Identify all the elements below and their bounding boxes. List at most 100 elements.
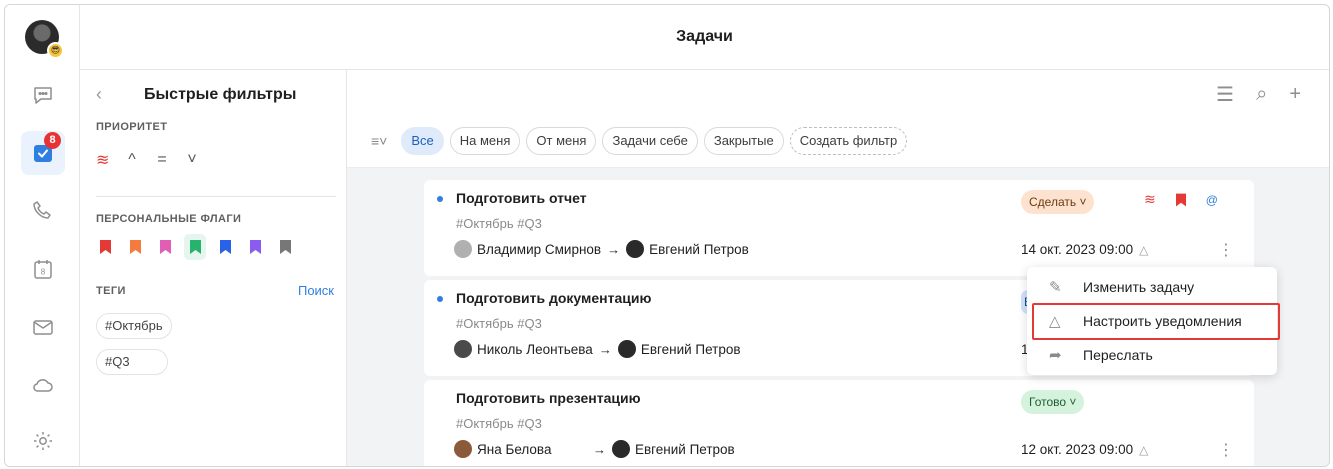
chip-all[interactable]: Все <box>401 127 444 155</box>
more-options-icon[interactable]: ⋮ <box>1218 240 1234 260</box>
rail-calendar-button[interactable]: 8 <box>21 247 65 291</box>
chip-from-me[interactable]: От меня <box>526 127 597 155</box>
task-assignee: Евгений Петров <box>640 341 741 357</box>
main-toolbar: ☰ ⌕ + ≡˅ Все На меня От меня Задачи себе… <box>347 70 1329 168</box>
filter-chips: ≡˅ Все На меня От меня Задачи себе Закры… <box>371 127 908 155</box>
rail-calls-button[interactable] <box>21 189 65 233</box>
avatar <box>454 240 472 258</box>
avatar <box>454 340 472 358</box>
phone-icon <box>33 201 51 219</box>
menu-edit-task[interactable]: ✎ Изменить задачу <box>1027 271 1277 303</box>
flag-green-icon[interactable] <box>184 234 206 260</box>
bell-icon: △ <box>1139 443 1149 457</box>
priority-highest-icon[interactable]: ≋ <box>96 150 109 170</box>
left-rail: 😎 8 8 <box>5 5 80 466</box>
priority-high-icon[interactable]: ^ <box>126 151 138 169</box>
task-people: Владимир Смирнов → Евгений Петров <box>454 240 749 258</box>
flag-blue-icon[interactable] <box>214 234 236 260</box>
section-divider <box>96 196 336 197</box>
tag-october[interactable]: #Октябрь <box>96 313 172 339</box>
priority-filters: ≋ ^ = ˅ <box>96 150 198 170</box>
calendar-icon: 8 <box>34 260 52 279</box>
bell-icon: △ <box>1049 313 1061 330</box>
task-title: Подготовить презентацию <box>456 390 641 406</box>
tag-q3[interactable]: #Q3 <box>96 349 168 375</box>
chip-closed[interactable]: Закрытые <box>703 127 784 155</box>
status-emoji-icon: 😎 <box>47 42 64 59</box>
bell-icon: △ <box>1139 243 1149 257</box>
avatar <box>617 340 636 358</box>
task-card[interactable]: Подготовить отчет #Октябрь #Q3 Владимир … <box>424 180 1254 276</box>
gear-icon <box>34 432 52 450</box>
task-deadline: 12 окт. 2023 09:00 △ <box>1021 442 1149 457</box>
arrow-right-icon: → <box>593 441 606 457</box>
svg-text:8: 8 <box>41 268 46 277</box>
rail-mail-button[interactable] <box>21 305 65 349</box>
priority-low-icon[interactable]: ˅ <box>186 151 198 169</box>
flag-red-icon <box>1175 193 1186 206</box>
task-context-menu: ✎ Изменить задачу △ Настроить уведомлени… <box>1027 267 1277 375</box>
arrow-right-icon: → <box>607 241 621 257</box>
task-assignee: Евгений Петров <box>649 241 749 257</box>
cloud-icon <box>33 379 53 392</box>
flag-gray-icon[interactable] <box>274 234 296 260</box>
tags-label: ТЕГИ <box>96 285 126 297</box>
app-window: 😎 8 8 Задачи ‹ Быстрые фильтры ПРИОРИТЕТ… <box>4 4 1330 467</box>
task-author: Николь Леонтьева <box>477 341 593 357</box>
chip-self-tasks[interactable]: Задачи себе <box>602 127 698 155</box>
pencil-icon: ✎ <box>1049 279 1062 296</box>
rail-messages-button[interactable] <box>21 73 65 117</box>
mention-icon: @ <box>1205 192 1218 207</box>
page-title: Задачи <box>676 28 733 45</box>
task-tags: #Октябрь #Q3 <box>456 316 542 331</box>
create-filter-button[interactable]: Создать фильтр <box>789 127 908 155</box>
priority-label: ПРИОРИТЕТ <box>96 121 168 133</box>
quick-filters-panel: ‹ Быстрые фильтры ПРИОРИТЕТ ≋ ^ = ˅ ПЕРС… <box>80 70 347 466</box>
flag-pink-icon[interactable] <box>154 234 176 260</box>
status-badge[interactable]: Сделать ˅ <box>1021 190 1095 214</box>
menu-forward[interactable]: ➦ Переслать <box>1027 339 1277 371</box>
flag-purple-icon[interactable] <box>244 234 266 260</box>
task-assignee: Евгений Петров <box>635 441 735 457</box>
rail-tasks-button[interactable]: 8 <box>21 131 65 175</box>
arrow-right-icon: → <box>598 341 612 357</box>
add-icon[interactable]: + <box>1289 83 1301 106</box>
tasks-badge: 8 <box>44 132 61 149</box>
rail-cloud-button[interactable] <box>21 363 65 407</box>
mail-icon <box>33 320 53 335</box>
list-toggle-icon[interactable]: ≡˅ <box>371 133 387 149</box>
view-mode-icon[interactable]: ☰ <box>1216 82 1234 107</box>
task-marks: ≋ @ <box>1144 191 1218 208</box>
task-card[interactable]: Подготовить презентацию #Октябрь #Q3 Яна… <box>424 380 1254 466</box>
task-title: Подготовить отчет <box>456 190 587 206</box>
more-options-icon[interactable]: ⋮ <box>1218 440 1234 460</box>
back-chevron-icon[interactable]: ‹ <box>96 84 116 105</box>
task-tags: #Октябрь #Q3 <box>456 216 542 231</box>
priority-highest-icon: ≋ <box>1144 191 1156 207</box>
tags-search-link[interactable]: Поиск <box>298 283 334 298</box>
avatar <box>612 440 630 458</box>
search-icon[interactable]: ⌕ <box>1256 83 1267 106</box>
menu-notification-settings[interactable]: △ Настроить уведомления <box>1027 305 1277 337</box>
unread-dot <box>437 196 443 202</box>
user-avatar[interactable]: 😎 <box>25 20 64 59</box>
personal-flags-label: ПЕРСОНАЛЬНЫЕ ФЛАГИ <box>96 213 242 225</box>
status-badge[interactable]: Готово ˅ <box>1021 390 1085 414</box>
top-header: Задачи <box>80 5 1329 70</box>
priority-medium-icon[interactable]: = <box>156 151 168 169</box>
task-title: Подготовить документацию <box>456 290 652 306</box>
rail-settings-button[interactable] <box>21 419 65 463</box>
toolbar-tools: ☰ ⌕ + <box>1216 82 1301 107</box>
task-people: Яна Белова → Евгений Петров <box>454 440 735 458</box>
task-deadline: 14 окт. 2023 09:00 △ <box>1021 242 1149 257</box>
filters-header: ‹ Быстрые фильтры <box>96 84 296 105</box>
filters-title: Быстрые фильтры <box>144 85 297 103</box>
flag-orange-icon[interactable] <box>124 234 146 260</box>
flags-row <box>94 234 296 260</box>
chip-assigned-to-me[interactable]: На меня <box>449 127 521 155</box>
avatar <box>454 440 472 458</box>
unread-dot <box>437 296 443 302</box>
forward-icon: ➦ <box>1049 347 1062 364</box>
task-author: Яна Белова <box>477 441 552 457</box>
flag-red-icon[interactable] <box>94 234 116 260</box>
